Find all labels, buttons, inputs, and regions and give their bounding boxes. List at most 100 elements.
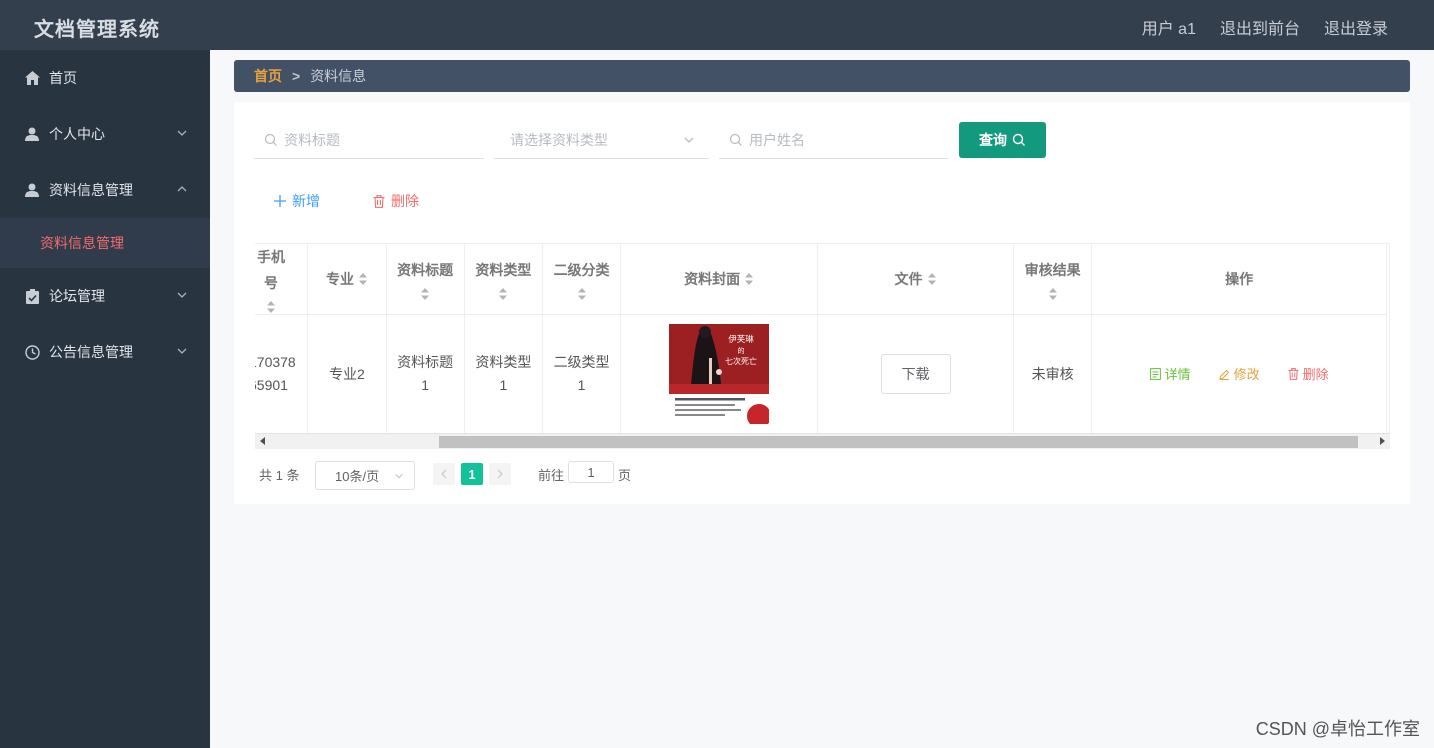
detail-button[interactable]: 详情 [1149,363,1191,386]
column-header-cover[interactable]: 资料封面 [620,244,819,315]
breadcrumb-current: 资料信息 [310,68,367,84]
column-header-label: 资料类型 [475,262,532,278]
detail-button-label: 详情 [1164,366,1191,382]
type-select-placeholder: 请选择资料类型 [510,132,608,148]
scroll-left-arrow-icon[interactable] [260,437,265,445]
add-button[interactable]: 新增 [274,190,320,212]
content-card: 请选择资料类型 查询 新增 删除 手机号 [234,102,1410,504]
document-icon [1149,368,1161,380]
page-size-select[interactable]: 10条/页 [315,461,415,490]
cell-ops: 详情 修改 删除 [1091,314,1387,434]
query-button-label: 查询 [979,132,1007,148]
chevron-down-icon [177,348,187,354]
sidebar-item-label: 首页 [49,70,77,86]
next-page-button[interactable] [489,463,511,485]
scrollbar-thumb[interactable] [439,436,1358,448]
sidebar: 首页 个人中心 资料信息管理 资料信息管理 论坛管理 公告信息管理 [0,50,210,748]
trash-icon [373,194,385,208]
user-icon [24,126,40,142]
watermark: CSDN @卓怡工作室 [1255,719,1420,739]
type-select[interactable]: 请选择资料类型 [494,122,709,159]
column-header-subtype[interactable]: 二级分类 [542,244,622,315]
sidebar-item-label: 公告信息管理 [49,344,133,360]
column-header-label: 资料封面 [684,271,741,287]
cell-title: 资料标题1 [386,314,465,434]
edit-icon [1218,369,1229,380]
plus-icon [274,195,286,207]
cell-type: 资料类型1 [464,314,543,434]
add-button-label: 新增 [292,193,320,209]
sidebar-item-home[interactable]: 首页 [0,50,210,106]
column-header-label: 二级分类 [553,262,610,278]
horizontal-scrollbar[interactable] [255,433,1390,449]
sort-icon [745,273,754,285]
goto-page-input[interactable] [568,461,614,483]
column-header-phone[interactable]: 手机号 [255,244,309,315]
column-header-title[interactable]: 资料标题 [386,244,465,315]
cell-cover: 伊芙琳 的 七次死亡 [620,314,819,434]
svg-text:伊芙琳: 伊芙琳 [728,334,754,345]
book-cover-image[interactable]: 伊芙琳 的 七次死亡 [669,324,770,424]
title-search-input[interactable] [284,132,484,148]
search-icon [1012,133,1025,146]
goto-label: 前往 [538,468,565,483]
chevron-down-icon [684,137,694,143]
column-header-ops: 操作 [1091,244,1387,315]
sidebar-item-profile[interactable]: 个人中心 [0,106,210,162]
user-search-field[interactable] [719,122,948,159]
column-header-label: 手机号 [257,249,285,291]
home-icon [24,70,40,86]
user-icon [24,182,40,198]
column-header-label: 审核结果 [1024,262,1081,278]
logout-link[interactable]: 退出登录 [1324,15,1388,39]
scroll-right-arrow-icon[interactable] [1380,437,1385,445]
sidebar-item-notice[interactable]: 公告信息管理 [0,324,210,380]
sort-icon [358,273,367,285]
page-number-current[interactable]: 1 [461,463,483,485]
batch-delete-button[interactable]: 删除 [373,190,419,212]
sort-icon [499,288,508,300]
edit-button-label: 修改 [1233,366,1260,382]
chevron-up-icon [177,186,187,192]
column-header-major[interactable]: 专业 [307,244,387,315]
search-icon [264,133,277,146]
exit-to-front-link[interactable]: 退出到前台 [1220,15,1300,39]
breadcrumb-separator: > [292,68,301,84]
sidebar-subitem-docs-manage[interactable]: 资料信息管理 [0,218,210,268]
download-button[interactable]: 下载 [880,354,951,394]
sort-icon [927,273,936,285]
title-search-field[interactable] [254,122,484,159]
page-suffix-label: 页 [618,468,632,483]
row-delete-button[interactable]: 删除 [1288,363,1329,386]
column-header-label: 专业 [325,271,354,287]
column-header-file[interactable]: 文件 [817,244,1014,315]
sort-icon [577,288,586,300]
chevron-down-icon [177,292,187,298]
sidebar-item-forum[interactable]: 论坛管理 [0,268,210,324]
user-search-input[interactable] [749,132,948,148]
chevron-down-icon [177,130,187,136]
breadcrumb: 首页 > 资料信息 [234,60,1410,92]
pagination-total: 共 1 条 [259,468,300,483]
sidebar-item-docs[interactable]: 资料信息管理 [0,162,210,218]
cell-phone-line1: 170378 [255,354,296,370]
cell-subtype: 二级类型1 [542,314,622,434]
cell-major: 专业2 [307,314,387,434]
chevron-left-icon [441,469,447,479]
edit-button[interactable]: 修改 [1218,363,1260,386]
prev-page-button[interactable] [433,463,455,485]
current-user-link[interactable]: 用户 a1 [1142,15,1196,39]
column-header-type[interactable]: 资料类型 [464,244,543,315]
sidebar-item-label: 论坛管理 [49,288,105,304]
trash-icon [1288,368,1299,380]
svg-text:的: 的 [738,346,745,355]
search-icon [729,133,742,146]
column-header-review[interactable]: 审核结果 [1013,244,1093,315]
chevron-down-icon [395,473,403,478]
sort-icon [421,288,430,300]
cell-phone: 170378 65901 [255,314,309,434]
column-header-label: 文件 [894,271,923,287]
query-button[interactable]: 查询 [959,122,1046,158]
sidebar-item-label: 资料信息管理 [49,182,133,198]
breadcrumb-home[interactable]: 首页 [254,66,282,86]
